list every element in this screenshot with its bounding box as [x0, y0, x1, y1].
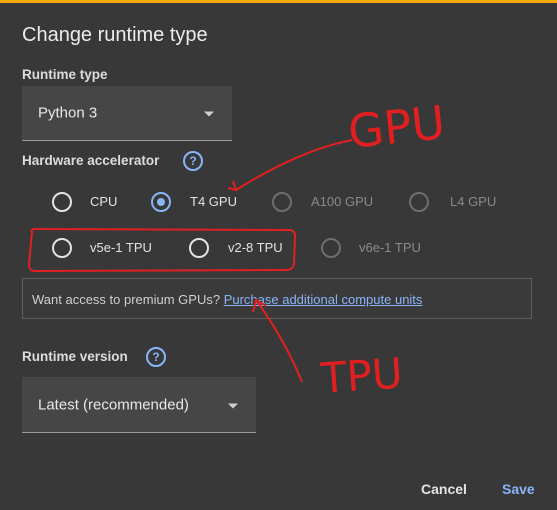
gpu-annotation-text: GPU — [346, 95, 448, 159]
red-annotations: GPU TPU — [27, 95, 448, 403]
tpu-arrow — [255, 299, 303, 383]
gpu-arrow — [235, 139, 353, 191]
tpu-annotation-text: TPU — [318, 348, 404, 403]
tpu-highlight-box — [27, 227, 297, 273]
gpu-arrowhead — [227, 180, 238, 192]
